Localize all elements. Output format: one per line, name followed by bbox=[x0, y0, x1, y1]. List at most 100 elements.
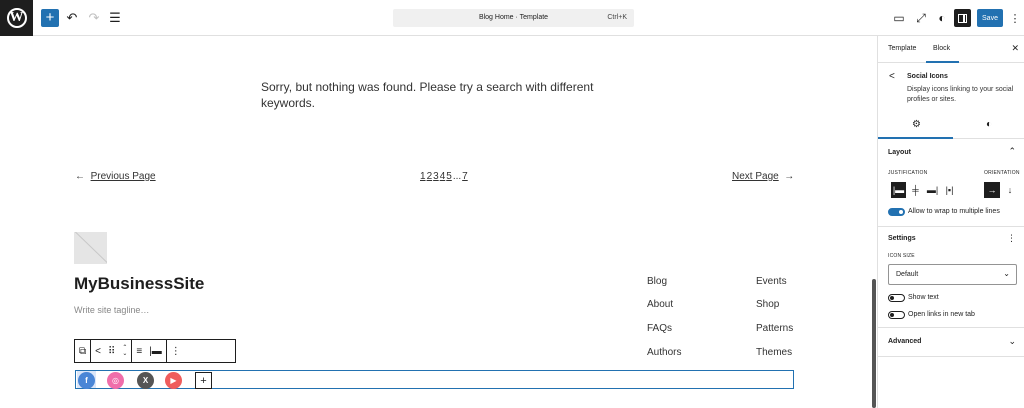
orientation-vertical-button[interactable]: ↓ bbox=[1002, 182, 1018, 198]
gear-icon[interactable]: ⚙ bbox=[912, 119, 921, 130]
save-button[interactable]: Save bbox=[977, 9, 1003, 27]
block-toolbar-mover: < ⠿ ⌃ ⌄ bbox=[91, 340, 133, 362]
block-title: Social Icons bbox=[907, 73, 948, 80]
settings-options-icon[interactable]: ⋮ bbox=[1007, 233, 1016, 244]
settings-panel-toggle[interactable] bbox=[954, 9, 971, 27]
list-view-icon[interactable]: ☰ bbox=[107, 9, 123, 27]
layout-panel-title[interactable]: Layout bbox=[888, 149, 911, 156]
youtube-icon[interactable]: ▶ bbox=[165, 372, 182, 389]
share-icon[interactable]: < bbox=[95, 340, 101, 362]
icon-size-select[interactable]: Default ⌄ bbox=[888, 264, 1017, 285]
block-card: < Social Icons Display icons linking to … bbox=[878, 63, 1024, 113]
site-title[interactable]: MyBusinessSite bbox=[74, 274, 204, 294]
page-number[interactable]: 7 bbox=[462, 171, 468, 182]
align-icon[interactable]: ≡ bbox=[136, 340, 142, 362]
block-toolbar-parent: ⧉ bbox=[75, 340, 92, 362]
footer-link-themes[interactable]: Themes bbox=[756, 347, 792, 358]
block-description: Display icons linking to your social pro… bbox=[907, 86, 1014, 103]
tab-template[interactable]: Template bbox=[888, 45, 916, 52]
instagram-icon[interactable]: ◎ bbox=[107, 372, 124, 389]
chevron-down-icon: ⌄ bbox=[1003, 269, 1010, 278]
device-view-icon[interactable]: ▭ bbox=[891, 9, 907, 27]
justify-center-button[interactable]: ╪ bbox=[908, 182, 923, 198]
sidebar-tabs: Template Block ✕ bbox=[878, 36, 1024, 63]
page-number[interactable]: 3 bbox=[433, 171, 439, 182]
footer-link-blog[interactable]: Blog bbox=[647, 276, 667, 287]
justify-space-between-button[interactable]: |▪| bbox=[942, 182, 957, 198]
settings-sidebar: Template Block ✕ < Social Icons Display … bbox=[877, 36, 1024, 408]
move-buttons: ⌃ ⌄ bbox=[122, 340, 127, 362]
transform-icon[interactable]: ⧉ bbox=[79, 340, 86, 362]
active-subtab-indicator bbox=[878, 137, 953, 139]
wrap-toggle[interactable] bbox=[888, 208, 905, 216]
page-number[interactable]: 5 bbox=[446, 171, 452, 182]
document-title: Blog Home · Template bbox=[478, 14, 549, 21]
command-shortcut: Ctrl+K bbox=[607, 14, 627, 21]
panel-divider bbox=[878, 226, 1024, 227]
next-page-link[interactable]: Next Page → bbox=[732, 171, 794, 182]
add-block-button[interactable]: + bbox=[41, 9, 59, 27]
open-new-tab-toggle[interactable] bbox=[888, 311, 905, 319]
wrap-toggle-label[interactable]: Allow to wrap to multiple lines bbox=[908, 208, 1000, 215]
previous-page-link[interactable]: ← Previous Page bbox=[75, 171, 156, 182]
justify-left-icon[interactable]: |▬ bbox=[149, 340, 162, 362]
show-text-toggle[interactable] bbox=[888, 294, 905, 302]
undo-icon[interactable]: ↶ bbox=[64, 9, 80, 27]
site-tagline[interactable]: Write site tagline… bbox=[74, 305, 149, 315]
toggle-knob bbox=[899, 210, 903, 214]
arrow-right-icon: → bbox=[784, 171, 795, 182]
footer-link-faqs[interactable]: FAQs bbox=[647, 323, 672, 334]
advanced-panel-title[interactable]: Advanced bbox=[888, 338, 921, 345]
sidebar-icon bbox=[958, 13, 967, 23]
pagination-numbers: 1 2 3 4 5 ... 7 bbox=[420, 171, 468, 182]
no-results-text[interactable]: Sorry, but nothing was found. Please try… bbox=[261, 79, 611, 111]
inspector-subtabs: ⚙ ◐ bbox=[878, 113, 1024, 139]
drag-handle-icon[interactable]: ⠿ bbox=[108, 340, 115, 362]
more-options-icon[interactable]: ⋮ bbox=[171, 340, 181, 362]
justification-label: Justification bbox=[888, 170, 928, 176]
justify-right-button[interactable]: ▬| bbox=[925, 182, 940, 198]
page-number[interactable]: 2 bbox=[427, 171, 433, 182]
footer-link-authors[interactable]: Authors bbox=[647, 347, 681, 358]
redo-icon[interactable]: ↷ bbox=[86, 9, 102, 27]
site-logo-placeholder[interactable] bbox=[74, 232, 107, 264]
wordpress-icon: W bbox=[6, 8, 27, 28]
page-number[interactable]: 1 bbox=[420, 171, 426, 182]
orientation-label: Orientation bbox=[984, 170, 1020, 176]
page-number[interactable]: 4 bbox=[440, 171, 446, 182]
next-page-label: Next Page bbox=[732, 171, 779, 182]
justify-left-button[interactable]: |▬ bbox=[891, 182, 906, 198]
open-new-tab-label[interactable]: Open links in new tab bbox=[908, 311, 975, 318]
add-social-icon-button[interactable]: + bbox=[195, 372, 212, 389]
panel-divider bbox=[878, 356, 1024, 357]
panel-divider bbox=[878, 327, 1024, 328]
toggle-knob bbox=[890, 313, 894, 317]
icon-size-value: Default bbox=[896, 271, 919, 278]
editor-header: W + ↶ ↷ ☰ Blog Home · Template Ctrl+K ▭ … bbox=[0, 0, 1024, 36]
close-icon[interactable]: ✕ bbox=[1011, 43, 1019, 54]
icon-size-label: Icon Size bbox=[888, 253, 915, 259]
footer-link-about[interactable]: About bbox=[647, 299, 673, 310]
move-down-icon[interactable]: ⌄ bbox=[122, 351, 127, 357]
styles-icon[interactable]: ◐ bbox=[986, 119, 992, 130]
x-icon[interactable]: X bbox=[137, 372, 154, 389]
footer-link-shop[interactable]: Shop bbox=[756, 299, 779, 310]
chevron-up-icon[interactable]: ⌃ bbox=[1008, 146, 1016, 157]
footer-link-patterns[interactable]: Patterns bbox=[756, 323, 793, 334]
command-palette-button[interactable]: Blog Home · Template Ctrl+K bbox=[393, 9, 634, 27]
styles-icon[interactable]: ◐ bbox=[935, 9, 949, 27]
page-ellipsis: ... bbox=[452, 171, 462, 182]
chevron-down-icon[interactable]: ⌄ bbox=[1008, 336, 1016, 347]
block-toolbar-alignment: ≡ |▬ bbox=[132, 340, 167, 362]
canvas-scrollbar-thumb[interactable] bbox=[872, 279, 876, 408]
block-toolbar-options: ⋮ bbox=[167, 340, 185, 362]
options-menu-icon[interactable]: ⋮ bbox=[1010, 9, 1021, 27]
facebook-icon[interactable]: f bbox=[78, 372, 95, 389]
orientation-horizontal-button[interactable]: → bbox=[984, 182, 1000, 198]
social-icons-block[interactable]: f ◎ X ▶ + bbox=[75, 370, 794, 389]
view-site-icon[interactable]: ⤢ bbox=[914, 9, 928, 27]
tab-block[interactable]: Block bbox=[933, 45, 950, 52]
footer-link-events[interactable]: Events bbox=[756, 276, 787, 287]
wordpress-logo-button[interactable]: W bbox=[0, 0, 33, 36]
show-text-label[interactable]: Show text bbox=[908, 294, 939, 301]
